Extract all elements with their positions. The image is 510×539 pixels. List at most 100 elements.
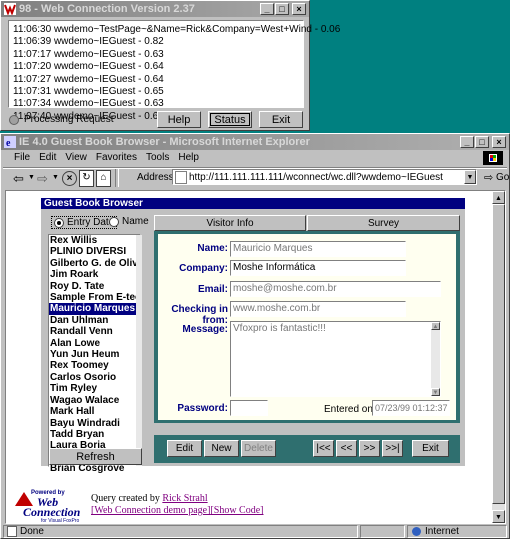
show-code-link[interactable]: [Show Code] <box>210 505 263 516</box>
menu-help[interactable]: Help <box>178 152 199 166</box>
log-entry: 11:07:27 wwdemo~IEGuest - 0.64 <box>13 73 164 85</box>
checking-field[interactable]: www.moshe.com.br <box>230 301 406 317</box>
ie-menubar: File Edit View Favorites Tools Help <box>14 152 208 166</box>
gb-exit-button[interactable]: Exit <box>412 440 449 457</box>
prev-record-button[interactable]: << <box>336 440 357 457</box>
names-list[interactable]: Rex Willis PLINIO DIVERSI Gilberto G. de O… <box>48 234 141 474</box>
sort-radio-entry[interactable]: Entry Date <box>51 216 118 229</box>
scroll-up-button[interactable]: ▲ <box>492 191 505 204</box>
status-button[interactable]: Status <box>208 111 252 128</box>
svg-text:e: e <box>6 138 11 148</box>
menu-view[interactable]: View <box>65 152 87 166</box>
name-list-item[interactable]: Tadd Bryan <box>49 429 140 440</box>
name-list-item[interactable]: PLINIO DIVERSI <box>49 246 140 257</box>
name-list-item[interactable]: Mauricio Marques <box>49 303 140 315</box>
name-list-item[interactable]: Dan Uhlman <box>49 315 140 326</box>
web-connection-logo: Powered by Web Connection for Visual Fox… <box>15 490 87 524</box>
scroll-thumb[interactable] <box>492 204 505 504</box>
close-button[interactable]: × <box>292 3 306 15</box>
exit-button[interactable]: Exit <box>259 111 303 128</box>
back-arrow-icon[interactable]: ⇦ <box>13 171 24 187</box>
home-icon[interactable]: ⌂ <box>96 170 111 187</box>
author-link[interactable]: Rick Strahl <box>162 493 207 504</box>
go-arrow-icon[interactable]: ⇨ <box>484 171 493 184</box>
scroll-down-button[interactable]: ▼ <box>492 510 505 523</box>
last-record-button[interactable]: >>| <box>382 440 403 457</box>
minimize-button[interactable]: _ <box>260 3 274 15</box>
ie-maximize-button[interactable]: □ <box>475 136 489 148</box>
demo-page-link[interactable]: [Web Connection demo page] <box>91 505 210 516</box>
name-list-item[interactable]: Wagao Walace <box>49 395 140 406</box>
menu-favorites[interactable]: Favorites <box>96 152 137 166</box>
refresh-icon[interactable]: ↻ <box>79 170 94 187</box>
ie-titlebar[interactable]: e IE 4.0 Guest Book Browser - Microsoft … <box>1 134 509 150</box>
edit-button[interactable]: Edit <box>167 440 202 457</box>
names-list-scrollbar[interactable] <box>136 235 142 466</box>
name-list-item[interactable]: Yun Jun Heum <box>49 349 140 360</box>
ie-close-button[interactable]: × <box>492 136 506 148</box>
email-label: Email: <box>197 284 228 295</box>
globe-icon <box>412 527 421 536</box>
email-field[interactable]: moshe@moshe.com.br <box>230 281 441 297</box>
address-dropdown-icon[interactable]: ▼ <box>464 170 476 184</box>
wc-window: 98 - Web Connection Version 2.37 _ □ × 1… <box>0 0 340 131</box>
footer-text: Query created by Rick Strahl [Web Connec… <box>91 493 264 517</box>
address-bar[interactable]: http://111.111.111.111/wconnect/wc.dll?w… <box>172 169 477 185</box>
log-entry: 11:07:31 wwdemo~IEGuest - 0.65 <box>13 86 164 98</box>
ie-minimize-button[interactable]: _ <box>460 136 474 148</box>
name-list-item[interactable]: Roy D. Tate <box>49 281 140 292</box>
ie-toolbar: ⇦ ▼ ⇨ ▼ × ↻ ⌂ Address http://111.111.111… <box>7 169 509 189</box>
go-label[interactable]: Go <box>496 172 509 183</box>
entered-label: Entered on: <box>324 404 376 415</box>
tab-visitor-info[interactable]: Visitor Info <box>154 215 306 231</box>
entered-field: 07/23/99 01:12:37 pm <box>372 400 450 416</box>
wc-titlebar[interactable]: 98 - Web Connection Version 2.37 _ □ × <box>1 1 309 17</box>
new-button[interactable]: New <box>204 440 239 457</box>
maximize-button[interactable]: □ <box>275 3 289 15</box>
name-list-item[interactable]: Bayu Windradi <box>49 418 140 429</box>
company-label: Company: <box>179 263 228 274</box>
message-scroll-up[interactable]: ▲ <box>431 322 440 330</box>
forward-arrow-icon[interactable]: ⇨ <box>37 171 48 187</box>
request-log[interactable]: 11:06:30 wwdemo~TestPage~&Name=Rick&Comp… <box>8 20 340 122</box>
logo-foxpro: for Visual FoxPro <box>41 518 80 524</box>
message-scrollbar[interactable]: ▲ ▼ <box>431 322 440 396</box>
name-list-item[interactable]: Tim Ryley <box>49 383 140 394</box>
message-scroll-down[interactable]: ▼ <box>431 388 440 396</box>
vertical-scrollbar[interactable]: ▲ ▼ <box>492 191 505 523</box>
name-list-item[interactable]: Carlos Osorio <box>49 372 140 383</box>
refresh-button[interactable]: Refresh <box>49 448 142 465</box>
delete-button[interactable]: Delete <box>241 440 276 457</box>
menu-edit[interactable]: Edit <box>39 152 56 166</box>
name-field[interactable]: Mauricio Marques <box>230 241 406 257</box>
message-field[interactable]: Vfoxpro is fantastic!!! ▲ ▼ <box>230 321 441 397</box>
wc-app-icon <box>4 3 16 16</box>
name-list-item[interactable]: Mark Hall <box>49 406 140 417</box>
name-list-item[interactable]: Sample From E-tech <box>49 292 140 303</box>
forward-dropdown-icon[interactable]: ▼ <box>52 174 59 181</box>
first-record-button[interactable]: |<< <box>313 440 334 457</box>
menu-tools[interactable]: Tools <box>146 152 169 166</box>
tab-survey[interactable]: Survey <box>307 215 460 231</box>
toolbar-divider <box>115 169 119 187</box>
name-list-item[interactable]: Randall Venn <box>49 326 140 337</box>
radio-unchecked-icon <box>109 216 119 227</box>
name-list-item[interactable]: Jim Roark <box>49 269 140 280</box>
name-list-item[interactable]: Rex Willis <box>49 235 140 246</box>
log-entry: 11:07:17 wwdemo~IEGuest - 0.63 <box>13 48 164 60</box>
password-field[interactable] <box>230 400 268 416</box>
stop-icon[interactable]: × <box>62 171 77 186</box>
name-list-item[interactable]: Gilberto G. de Oliveira <box>49 258 140 269</box>
help-button[interactable]: Help <box>157 111 201 128</box>
next-record-button[interactable]: >> <box>359 440 380 457</box>
name-list-item[interactable]: Rex Toomey <box>49 360 140 371</box>
back-dropdown-icon[interactable]: ▼ <box>28 174 35 181</box>
page-icon <box>175 170 187 184</box>
name-list-item[interactable]: Alan Lowe <box>49 338 140 349</box>
address-label: Address <box>137 172 174 183</box>
menu-file[interactable]: File <box>14 152 30 166</box>
address-url[interactable]: http://111.111.111.111/wconnect/wc.dll?w… <box>189 172 443 183</box>
company-field[interactable]: Moshe Informática <box>230 260 406 276</box>
radio-name-label: Name <box>122 216 149 227</box>
sort-radio-name[interactable]: Name <box>109 216 149 227</box>
